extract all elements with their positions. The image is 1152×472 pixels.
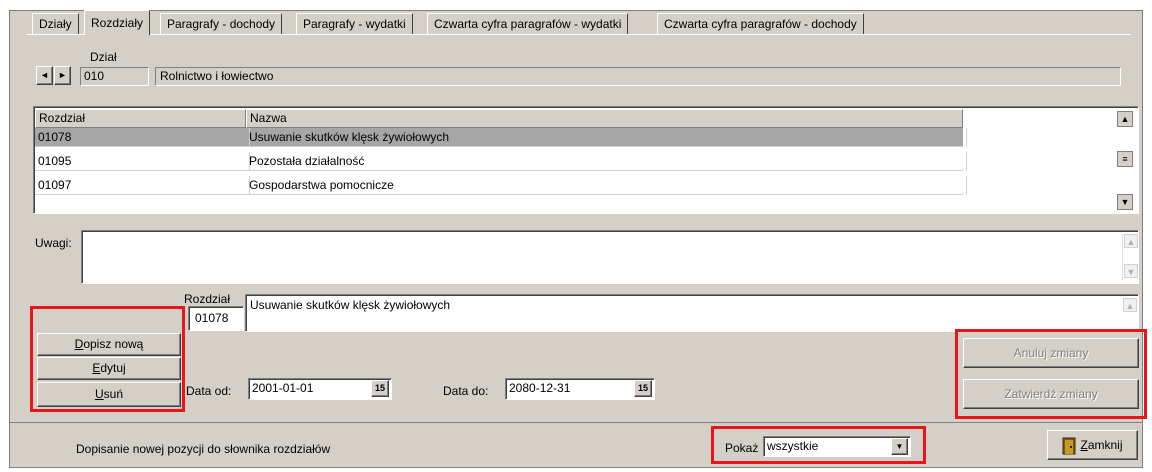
calendar-icon[interactable]: 15 <box>371 380 389 397</box>
rozdzial-name-scrollbar[interactable]: ▲ <box>1122 298 1137 330</box>
table-row[interactable]: 01097 Gospodarstwa pomocnicze <box>35 176 967 195</box>
dzial-code-field: 010 <box>80 67 149 86</box>
highlight-box <box>955 329 1147 419</box>
close-button[interactable]: Zamknij <box>1047 430 1138 460</box>
rozdzial-label: Rozdział <box>184 292 231 306</box>
tab-strip-divider <box>27 34 1131 35</box>
rozdzial-code-input[interactable]: 01078 <box>188 306 244 331</box>
dzial-name-field: Rolnictwo i łowiectwo <box>155 67 1121 86</box>
column-header-rozdzial[interactable]: Rozdział <box>35 109 246 128</box>
table-row[interactable]: 01078 Usuwanie skutków klęsk żywiołowych <box>35 128 967 147</box>
scroll-thumb[interactable]: ≡ <box>1117 151 1133 167</box>
table-cell-name: Gospodarstwa pomocnicze <box>246 176 967 195</box>
highlight-box <box>711 426 926 464</box>
close-label-rest: amknij <box>1087 438 1123 452</box>
scroll-down-icon[interactable]: ▼ <box>1124 264 1138 278</box>
uwagi-scrollbar[interactable]: ▲ ▼ <box>1122 234 1138 280</box>
dzial-label: Dział <box>90 50 117 64</box>
tab-czwarta-cyfra-dochody[interactable]: Czwarta cyfra paragrafów - dochody <box>657 13 864 34</box>
close-shortcut: Z <box>1080 438 1088 452</box>
previous-dzial-button[interactable]: ◄ <box>36 66 53 85</box>
table-row[interactable]: 01095 Pozostała działalność <box>35 152 967 171</box>
tab-paragrafy-wydatki[interactable]: Paragrafy - wydatki <box>296 13 413 34</box>
uwagi-label: Uwagi: <box>35 236 72 250</box>
highlight-box <box>30 306 185 412</box>
tab-czwarta-cyfra-wydatki[interactable]: Czwarta cyfra paragrafów - wydatki <box>427 13 629 34</box>
uwagi-textarea[interactable] <box>81 230 1139 284</box>
next-dzial-button[interactable]: ► <box>54 66 71 85</box>
tab-rozdzialy[interactable]: Rozdziały <box>84 10 151 35</box>
rozdzial-name-input[interactable]: Usuwanie skutków klęsk żywiołowych <box>245 294 1139 332</box>
table-cell-code: 01095 <box>35 152 250 171</box>
table-cell-code: 01078 <box>35 128 250 147</box>
scroll-up-icon[interactable]: ▲ <box>1123 298 1137 312</box>
tab-dzialy[interactable]: Działy <box>32 13 79 34</box>
status-text: Dopisanie nowej pozycji do słownika rozd… <box>76 442 331 456</box>
date-from-label: Data od: <box>186 384 232 398</box>
scroll-down-icon[interactable]: ▼ <box>1117 194 1133 210</box>
status-divider <box>10 422 1142 423</box>
scroll-up-icon[interactable]: ▲ <box>1117 111 1133 127</box>
date-to-label: Data do: <box>443 384 489 398</box>
calendar-icon[interactable]: 15 <box>634 380 652 397</box>
door-exit-icon <box>1062 437 1076 455</box>
table-cell-name: Pozostała działalność <box>246 152 967 171</box>
scroll-up-icon[interactable]: ▲ <box>1124 234 1138 248</box>
tab-paragrafy-dochody[interactable]: Paragrafy - dochody <box>160 13 283 34</box>
date-to-input[interactable]: 2080-12-31 <box>505 378 655 400</box>
table-cell-name: Usuwanie skutków klęsk żywiołowych <box>246 128 967 147</box>
table-cell-code: 01097 <box>35 176 250 195</box>
column-header-nazwa[interactable]: Nazwa <box>246 109 963 128</box>
